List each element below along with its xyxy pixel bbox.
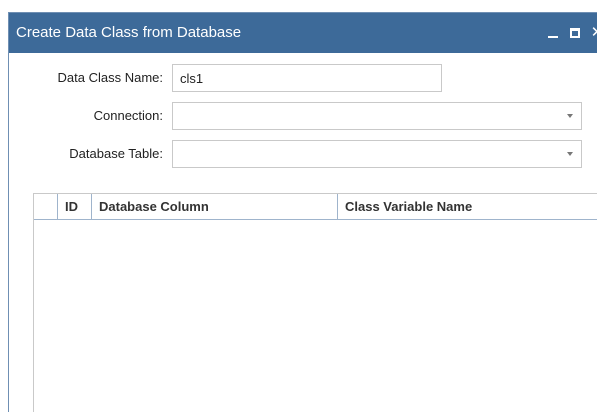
table-label-box: Database Table: <box>9 139 163 169</box>
table-dropdown[interactable] <box>172 140 582 168</box>
class-name-label: Data Class Name: <box>57 70 163 85</box>
chevron-down-icon <box>567 152 573 156</box>
minimize-icon[interactable] <box>546 26 560 40</box>
title-bar[interactable]: Create Data Class from Database ✕ <box>9 13 597 53</box>
chevron-down-icon <box>567 114 573 118</box>
column-header-id[interactable]: ID <box>58 194 92 219</box>
class-name-input[interactable] <box>172 64 442 92</box>
column-mapping-grid[interactable]: ID Database Column Class Variable Name <box>33 193 597 412</box>
create-data-class-dialog: Create Data Class from Database ✕ Data C… <box>8 12 597 412</box>
column-header-class-variable-name[interactable]: Class Variable Name <box>338 194 597 219</box>
column-header-database-column[interactable]: Database Column <box>92 194 338 219</box>
grid-header: ID Database Column Class Variable Name <box>34 194 597 220</box>
close-icon[interactable]: ✕ <box>590 25 597 40</box>
connection-label-box: Connection: <box>9 101 163 131</box>
row-selector-header[interactable] <box>34 194 58 219</box>
connection-label: Connection: <box>93 108 163 123</box>
connection-dropdown[interactable] <box>172 102 582 130</box>
class-name-label-box: Data Class Name: <box>9 63 163 93</box>
dialog-title: Create Data Class from Database <box>16 24 242 41</box>
table-label: Database Table: <box>69 146 163 161</box>
grid-body[interactable] <box>34 220 597 412</box>
maximize-icon[interactable] <box>568 26 582 40</box>
window-controls: ✕ <box>546 13 597 53</box>
